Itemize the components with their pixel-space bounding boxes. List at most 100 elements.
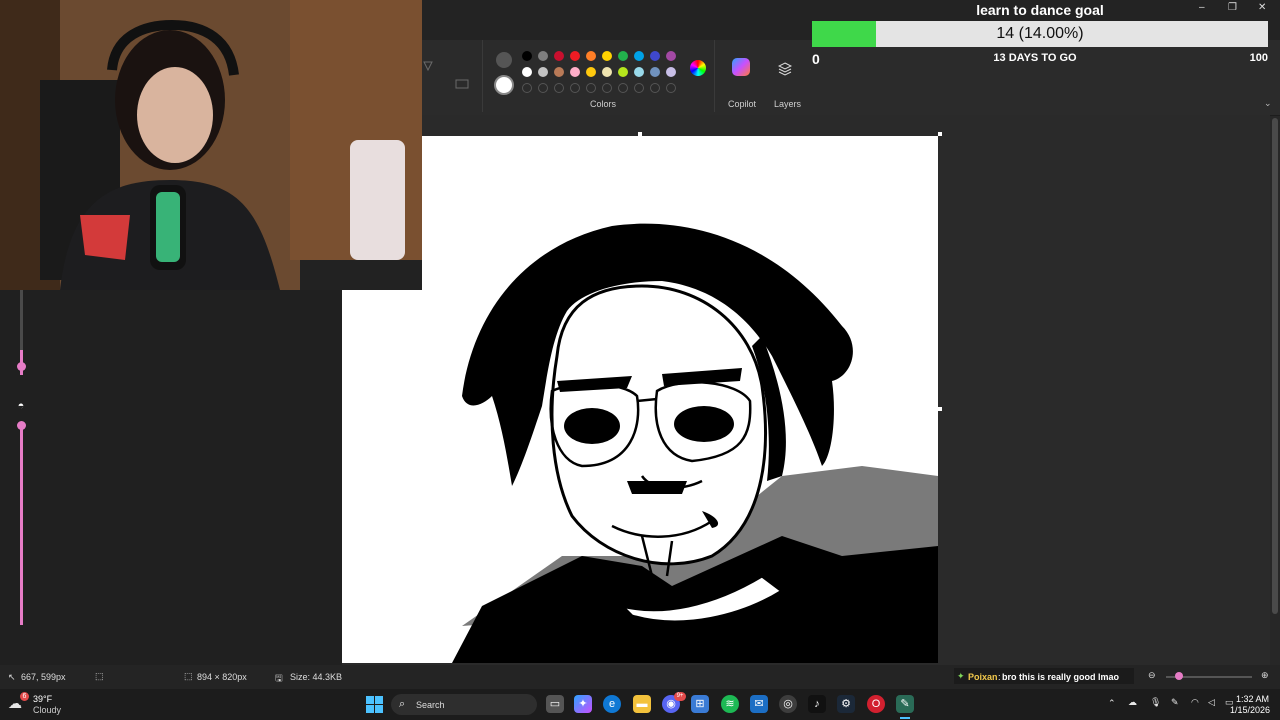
webcam-overlay: [0, 0, 422, 290]
clock-time[interactable]: 1:32 AM: [1236, 694, 1269, 704]
layers-icon[interactable]: [777, 62, 793, 76]
paint-icon[interactable]: ✎: [896, 695, 914, 713]
opacity-icon: ◓: [17, 400, 25, 412]
zoom-slider-thumb[interactable]: [1175, 672, 1183, 680]
palette-swatch[interactable]: [554, 51, 564, 61]
drawing-canvas[interactable]: [342, 136, 938, 663]
color-picker-wheel-icon[interactable]: [690, 60, 706, 76]
palette-swatch[interactable]: [650, 67, 660, 77]
goal-days-left: 13 DAYS TO GO: [993, 52, 1077, 64]
spotify-icon[interactable]: ≋: [721, 695, 739, 713]
custom-color-slot[interactable]: [650, 83, 660, 93]
obs-icon[interactable]: ◎: [779, 695, 797, 713]
canvas-size: 894 × 820px: [197, 672, 247, 682]
palette-swatch[interactable]: [586, 51, 596, 61]
colors-group-label: Colors: [590, 99, 617, 109]
custom-color-slot[interactable]: [554, 83, 564, 93]
taskbar: ☁ 6 39°F Cloudy ⌕ Search ▭ ✦ e ▬ ◉ 9+ ⊞ …: [0, 689, 1280, 720]
selection-icon: ⬚: [95, 671, 104, 681]
copilot-icon[interactable]: [732, 58, 750, 76]
pen-icon[interactable]: ✎: [1171, 697, 1179, 708]
weather-badge: 6: [20, 692, 29, 701]
palette-swatch[interactable]: [650, 51, 660, 61]
palette-swatch[interactable]: [666, 67, 676, 77]
color-palette: [522, 50, 682, 100]
opera-icon[interactable]: O: [867, 695, 885, 713]
secondary-color-button[interactable]: [494, 75, 514, 95]
chat-separator: :: [998, 672, 1001, 682]
search-placeholder: Search: [416, 700, 445, 710]
custom-color-slot[interactable]: [634, 83, 644, 93]
shapes-group: [422, 58, 472, 98]
custom-color-slot[interactable]: [666, 83, 676, 93]
tray-overflow-icon[interactable]: ⌃: [1108, 698, 1116, 709]
ribbon-collapse-icon[interactable]: ⌄: [1264, 98, 1272, 109]
wifi-icon[interactable]: ◠: [1191, 697, 1199, 708]
search-box[interactable]: ⌕ Search: [391, 694, 537, 715]
custom-color-slot[interactable]: [618, 83, 628, 93]
microphone-icon[interactable]: 🎙: [1150, 697, 1161, 708]
edge-icon[interactable]: e: [603, 695, 621, 713]
vertical-scrollbar[interactable]: [1272, 118, 1278, 614]
zoom-out-icon[interactable]: ⊖: [1148, 670, 1156, 681]
custom-color-slot[interactable]: [586, 83, 596, 93]
palette-swatch[interactable]: [634, 67, 644, 77]
primary-color-button[interactable]: [496, 52, 512, 68]
palette-swatch[interactable]: [634, 51, 644, 61]
custom-color-slot[interactable]: [538, 83, 548, 93]
chat-message: bro this is really good lmao: [1002, 672, 1120, 682]
stream-goal-overlay: learn to dance goal 14 (14.00%) 0 13 DAY…: [812, 0, 1268, 70]
active-app-indicator: [900, 717, 910, 719]
opacity-slider-thumb[interactable]: [17, 421, 26, 430]
mail-icon[interactable]: ✉: [750, 695, 768, 713]
copilot-taskbar-icon[interactable]: ✦: [574, 695, 592, 713]
opacity-slider-track[interactable]: [20, 425, 23, 625]
clock-date[interactable]: 1/15/2026: [1230, 705, 1270, 715]
chat-overlay: ✦ Poixan : bro this is really good lmao: [954, 668, 1134, 684]
zoom-in-icon[interactable]: ⊕: [1261, 670, 1269, 681]
copilot-label: Copilot: [728, 99, 757, 109]
palette-swatch[interactable]: [570, 67, 580, 77]
onedrive-icon[interactable]: ☁: [1128, 697, 1137, 708]
start-button[interactable]: [366, 696, 383, 713]
palette-swatch[interactable]: [618, 51, 628, 61]
canvas-size-icon: ⬚: [184, 671, 193, 681]
palette-swatch[interactable]: [522, 51, 532, 61]
task-view-icon[interactable]: ▭: [546, 695, 564, 713]
weather-temp: 39°F: [33, 694, 53, 704]
cursor-icon: ↖: [8, 672, 16, 682]
steam-icon[interactable]: ⚙: [837, 695, 855, 713]
discord-badge: 9+: [674, 692, 686, 701]
search-icon: ⌕: [399, 698, 406, 710]
canvas-resize-handle-top[interactable]: [638, 132, 642, 136]
status-bar: ↖ 667, 599px ⬚ ⬚ 894 × 820px 🖫 Size: 44.…: [0, 665, 1280, 689]
palette-swatch[interactable]: [618, 67, 628, 77]
palette-swatch[interactable]: [522, 67, 532, 77]
chat-username: Poixan: [968, 672, 998, 682]
layers-label: Layers: [774, 99, 802, 109]
chat-star-icon: ✦: [957, 671, 965, 681]
palette-swatch[interactable]: [602, 67, 612, 77]
custom-color-slot[interactable]: [602, 83, 612, 93]
goal-max-label: 100: [1249, 52, 1268, 64]
canvas-resize-handle-right[interactable]: [938, 407, 942, 411]
volume-icon[interactable]: ◁: [1208, 697, 1215, 708]
palette-swatch[interactable]: [586, 67, 596, 77]
palette-swatch[interactable]: [602, 51, 612, 61]
goal-progress-text: 14 (14.00%): [996, 25, 1084, 42]
cursor-position: 667, 599px: [21, 672, 66, 682]
divider: [714, 40, 715, 112]
tiktok-icon[interactable]: ♪: [808, 695, 826, 713]
file-explorer-icon[interactable]: ▬: [633, 695, 651, 713]
palette-swatch[interactable]: [666, 51, 676, 61]
palette-swatch[interactable]: [554, 67, 564, 77]
palette-swatch[interactable]: [570, 51, 580, 61]
store-icon[interactable]: ⊞: [691, 695, 709, 713]
custom-color-slot[interactable]: [522, 83, 532, 93]
size-slider-thumb[interactable]: [17, 362, 26, 371]
canvas-resize-handle-corner[interactable]: [938, 132, 942, 136]
palette-swatch[interactable]: [538, 51, 548, 61]
custom-color-slot[interactable]: [570, 83, 580, 93]
file-size: Size: 44.3KB: [290, 672, 343, 682]
palette-swatch[interactable]: [538, 67, 548, 77]
